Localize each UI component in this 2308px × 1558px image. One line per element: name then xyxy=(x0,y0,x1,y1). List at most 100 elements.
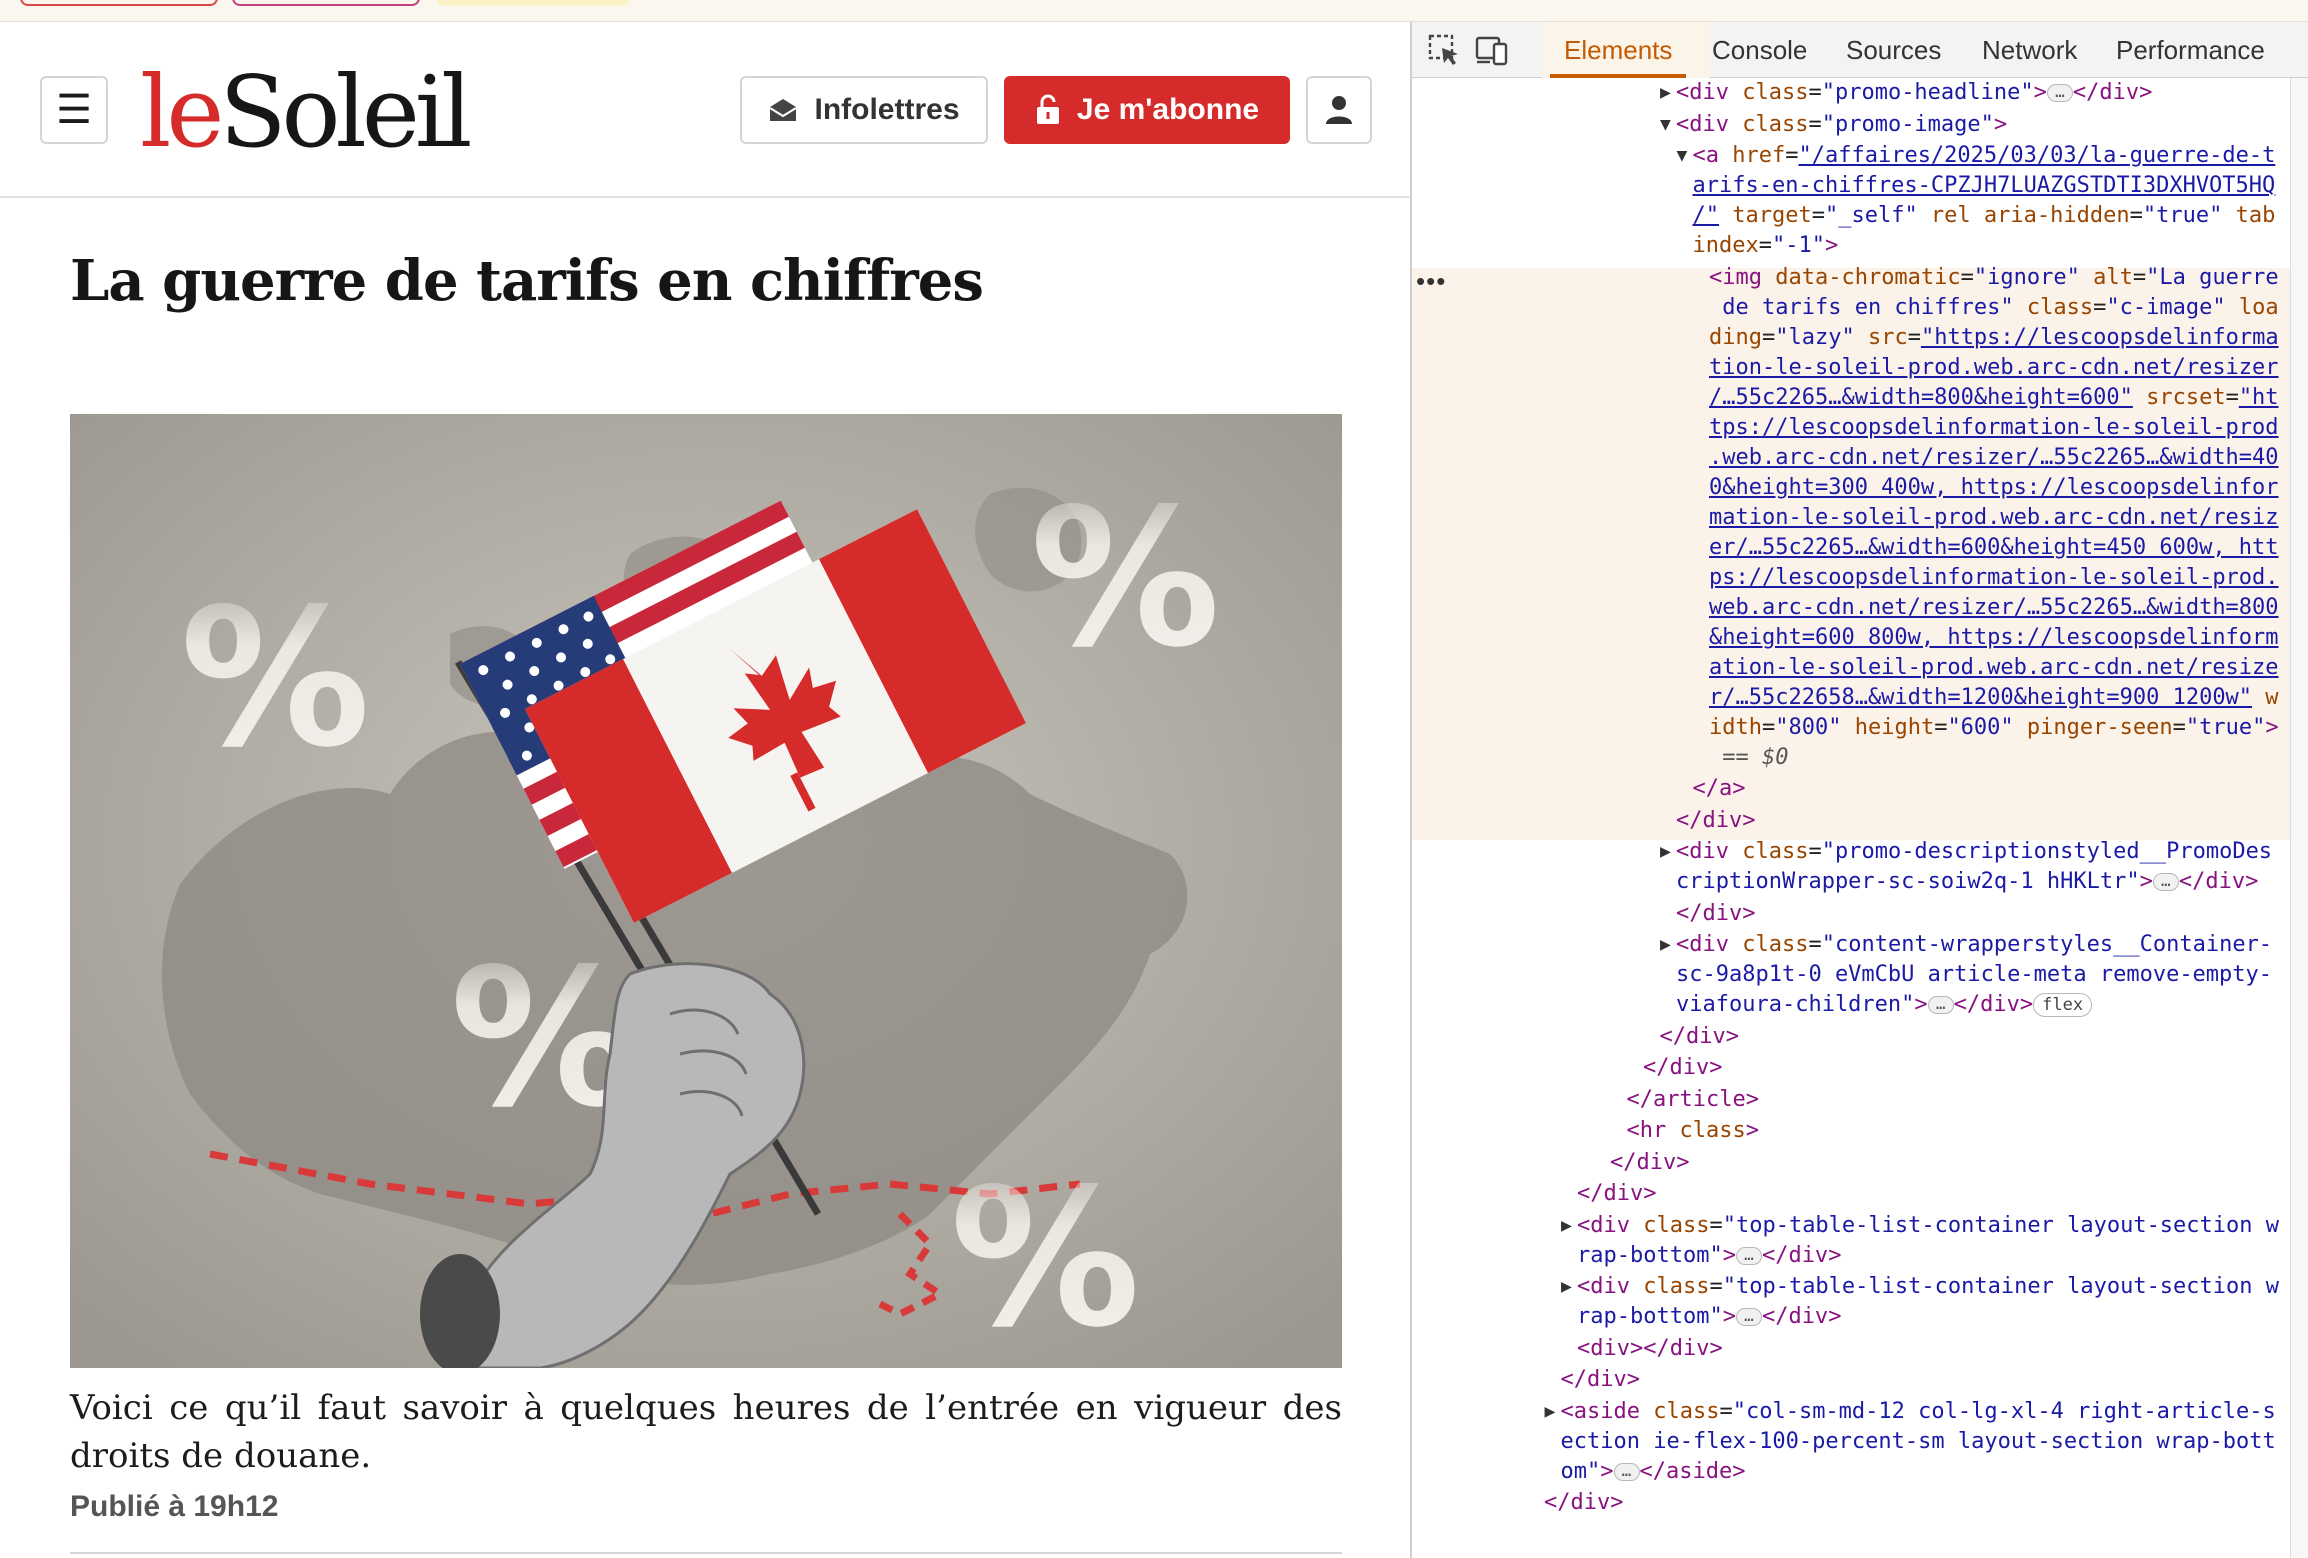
expand-ellipsis-icon[interactable]: … xyxy=(1613,1462,1640,1481)
expanded-triangle-icon[interactable]: ▼ xyxy=(1660,110,1671,140)
dom-node-line[interactable]: 0&height=300 400w, https://lescoopsdelin… xyxy=(1709,473,2279,503)
attribute-link[interactable]: &height=600 800w, https://lescoopsdelinf… xyxy=(1709,625,2279,650)
dom-node-line[interactable]: ▶ <div class="top-table-list-container la… xyxy=(1561,1211,2279,1241)
dom-node-line[interactable]: ection ie-flex-100-percent-sm layout-sec… xyxy=(1561,1427,2276,1457)
inspect-element-icon[interactable] xyxy=(1426,32,1462,68)
collapsed-triangle-icon[interactable]: ▶ xyxy=(1660,78,1671,108)
attribute-link[interactable]: ation-le-soleil-prod.web.arc-cdn.net/res… xyxy=(1709,655,2279,680)
dom-node-line[interactable]: </div> xyxy=(1577,1179,1656,1209)
attribute-link[interactable]: "ht xyxy=(2239,385,2279,410)
expand-ellipsis-icon[interactable]: … xyxy=(2152,873,2179,891)
attribute-link[interactable]: r/…55c22658…&width=1200&height=900 1200w… xyxy=(1709,685,2252,710)
expanded-triangle-icon[interactable]: ▼ xyxy=(1677,141,1688,171)
dom-node-line[interactable]: /" target="_self" rel aria-hidden="true"… xyxy=(1693,201,2276,231)
dom-node-line[interactable]: </div> xyxy=(1660,1022,1739,1052)
dom-node-line[interactable]: </div> xyxy=(1561,1365,1640,1395)
article-headline[interactable]: La guerre de tarifs en chiffres xyxy=(70,248,984,314)
site-logo[interactable]: le Soleil xyxy=(140,56,473,170)
device-toolbar-icon[interactable] xyxy=(1474,32,1510,68)
dom-node-line[interactable]: mation-le-soleil-prod.web.arc-cdn.net/re… xyxy=(1709,503,2279,533)
attribute-link[interactable]: /…55c2265…&width=800&height=600" xyxy=(1709,385,2133,410)
dom-node-line[interactable]: criptionWrapper-sc-soiw2q-1 hHKLtr">… </d… xyxy=(1676,867,2258,897)
newsletter-button[interactable]: Infolettres xyxy=(740,76,988,144)
dom-node-line[interactable]: ps://lescoopsdelinformation-le-soleil-pr… xyxy=(1709,563,2279,593)
expand-ellipsis-icon[interactable]: … xyxy=(2046,84,2073,102)
attribute-link[interactable]: web.arc-cdn.net/resizer/…55c2265…&width=… xyxy=(1709,595,2279,620)
code-token: loa xyxy=(2225,294,2279,320)
collapsed-triangle-icon[interactable]: ▶ xyxy=(1561,1211,1572,1241)
attribute-link[interactable]: "https://lescoopsdelinforma xyxy=(1921,325,2279,350)
tab-elements[interactable]: Elements xyxy=(1549,22,1687,78)
dom-node-line[interactable]: rap-bottom">… </div> xyxy=(1577,1241,1841,1271)
attribute-link[interactable]: /" xyxy=(1693,203,1720,228)
attribute-link[interactable]: .web.arc-cdn.net/resizer/…55c2265…&width… xyxy=(1709,445,2279,470)
menu-button[interactable]: ☰ xyxy=(40,76,108,144)
attribute-link[interactable]: arifs-en-chiffres-CPZJH7LUAZGSTDTI3DXHVO… xyxy=(1693,173,2276,198)
dom-node-line[interactable]: rap-bottom">… </div> xyxy=(1577,1302,1841,1332)
dom-node-line[interactable]: /…55c2265…&width=800&height=600" srcset=… xyxy=(1709,383,2279,413)
dom-node-line[interactable]: index="-1"> xyxy=(1693,231,1839,261)
browser-tab[interactable] xyxy=(20,0,218,6)
node-actions-icon[interactable]: ••• xyxy=(1416,266,1446,296)
dom-node-line[interactable]: ▶ <div class="promo-descriptionstyled__Pr… xyxy=(1660,837,2272,867)
flex-badge[interactable]: flex xyxy=(2033,993,2093,1017)
dom-node-line[interactable]: om">… </aside> xyxy=(1561,1457,1746,1487)
attribute-link[interactable]: tion-le-soleil-prod.web.arc-cdn.net/resi… xyxy=(1709,355,2279,380)
dom-node-line[interactable]: <hr class> xyxy=(1627,1116,1759,1146)
dom-node-line[interactable]: ding="lazy" src="https://lescoopsdelinfo… xyxy=(1709,323,2279,353)
expand-ellipsis-icon[interactable]: … xyxy=(1735,1308,1762,1326)
dom-node-line[interactable]: sc-9a8p1t-0 eVmCbU article-meta remove-e… xyxy=(1676,960,2272,990)
attribute-link[interactable]: mation-le-soleil-prod.web.arc-cdn.net/re… xyxy=(1709,505,2279,530)
browser-tab[interactable] xyxy=(232,0,420,6)
dom-node-line[interactable]: </a> xyxy=(1693,774,1746,804)
collapsed-triangle-icon[interactable]: ▶ xyxy=(1660,930,1671,960)
dom-node-line[interactable]: er/…55c2265…&width=600&height=450 600w, … xyxy=(1709,533,2279,563)
dom-node-line[interactable]: ▶ <div class="top-table-list-container la… xyxy=(1561,1272,2279,1302)
subscribe-button[interactable]: Je m'abonne xyxy=(1004,76,1290,144)
attribute-link[interactable]: 0&height=300 400w, https://lescoopsdelin… xyxy=(1709,475,2279,500)
tab-console[interactable]: Console xyxy=(1712,22,1807,78)
attribute-link[interactable]: "/affaires/2025/03/03/la-guerre-de-t xyxy=(1798,143,2275,168)
expand-ellipsis-icon[interactable]: … xyxy=(1735,1246,1762,1265)
dom-node-line[interactable]: == $0 xyxy=(1709,743,1788,773)
article-promo-image[interactable]: % % % % xyxy=(70,414,1342,1368)
dom-node-line[interactable]: ▶ <div class="content-wrapperstyles__Cont… xyxy=(1660,930,2272,960)
attribute-link[interactable]: er/…55c2265…&width=600&height=450 600w, … xyxy=(1709,535,2279,560)
dom-node-line[interactable]: .web.arc-cdn.net/resizer/…55c2265…&width… xyxy=(1709,443,2279,473)
tab-sources[interactable]: Sources xyxy=(1846,22,1941,78)
dom-node-line[interactable]: </div> xyxy=(1676,806,1755,836)
dom-node-line[interactable]: ▼ <div class="promo-image"> xyxy=(1660,110,2007,140)
dom-node-line[interactable]: de tarifs en chiffres" class="c-image" l… xyxy=(1709,293,2279,323)
tab-network[interactable]: Network xyxy=(1982,22,2077,78)
dom-node-line[interactable]: arifs-en-chiffres-CPZJH7LUAZGSTDTI3DXHVO… xyxy=(1693,171,2276,201)
dom-node-line[interactable]: ation-le-soleil-prod.web.arc-cdn.net/res… xyxy=(1709,653,2279,683)
code-token: "true" xyxy=(2185,714,2266,740)
dom-node-line[interactable]: r/…55c22658…&width=1200&height=900 1200w… xyxy=(1709,683,2279,713)
collapsed-triangle-icon[interactable]: ▶ xyxy=(1561,1272,1572,1302)
dom-node-line[interactable]: tion-le-soleil-prod.web.arc-cdn.net/resi… xyxy=(1709,353,2279,383)
code-token: > xyxy=(2139,80,2153,105)
collapsed-triangle-icon[interactable]: ▶ xyxy=(1545,1397,1556,1427)
dom-node-line[interactable]: ▶ <div class="promo-headline">… </div> xyxy=(1660,78,2153,108)
dom-node-line[interactable]: </article> xyxy=(1627,1085,1759,1115)
attribute-link[interactable]: ps://lescoopsdelinformation-le-soleil-pr… xyxy=(1709,565,2279,590)
dom-node-line[interactable]: viafoura-children">… </div> flex xyxy=(1676,990,2093,1020)
dom-node-line[interactable]: web.arc-cdn.net/resizer/…55c2265…&width=… xyxy=(1709,593,2279,623)
dom-node-line[interactable]: idth="800" height="600" pinger-seen="tru… xyxy=(1709,713,2279,743)
dom-node-line[interactable]: </div> xyxy=(1610,1148,1689,1178)
dom-node-line[interactable]: ▼ <a href="/affaires/2025/03/03/la-guerre… xyxy=(1677,141,2276,171)
tab-performance[interactable]: Performance xyxy=(2116,22,2265,78)
dom-node-line[interactable]: <img data-chromatic="ignore" alt="La gue… xyxy=(1709,263,2279,293)
browser-tab[interactable] xyxy=(436,0,630,6)
dom-node-line[interactable]: &height=600 800w, https://lescoopsdelinf… xyxy=(1709,623,2279,653)
attribute-link[interactable]: tps://lescoopsdelinformation-le-soleil-p… xyxy=(1709,415,2279,440)
dom-node-line[interactable]: </div> xyxy=(1544,1488,1623,1518)
dom-node-line[interactable]: </div> xyxy=(1676,899,1755,929)
dom-node-line[interactable]: <div></div> xyxy=(1577,1334,1723,1364)
dom-node-line[interactable]: tps://lescoopsdelinformation-le-soleil-p… xyxy=(1709,413,2279,443)
expand-ellipsis-icon[interactable]: … xyxy=(1927,996,1954,1014)
dom-node-line[interactable]: ▶ <aside class="col-sm-md-12 col-lg-xl-4 … xyxy=(1545,1397,2276,1427)
account-button[interactable] xyxy=(1306,76,1372,144)
dom-node-line[interactable]: </div> xyxy=(1643,1053,1722,1083)
collapsed-triangle-icon[interactable]: ▶ xyxy=(1660,837,1671,867)
